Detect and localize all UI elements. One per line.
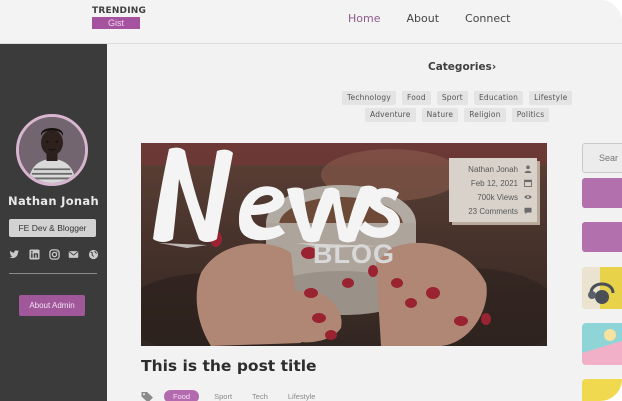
- tag-icon: [141, 391, 154, 401]
- linkedin-icon[interactable]: [29, 249, 40, 260]
- globe-icon[interactable]: [88, 249, 99, 260]
- nav-about-link[interactable]: About: [406, 12, 439, 25]
- meta-views: 700k Views: [477, 192, 518, 202]
- headphones-thumbnail-image: [582, 267, 622, 309]
- post-tag-sport[interactable]: Sport: [209, 390, 237, 401]
- meta-comments-row: 23 Comments: [454, 204, 532, 218]
- chevron-right-icon: ›: [491, 61, 497, 73]
- blog-word: BLOG: [313, 239, 395, 269]
- comment-icon: [524, 207, 532, 215]
- mail-icon[interactable]: [68, 249, 79, 260]
- sidebar-action-button-2[interactable]: [582, 222, 622, 252]
- meta-comments[interactable]: 23 Comments: [468, 207, 518, 216]
- yellow-thumbnail-image: [582, 379, 622, 401]
- categories-title: Categories: [428, 61, 492, 73]
- logo-line-2: Gist: [92, 17, 140, 29]
- twitter-icon[interactable]: [9, 249, 20, 260]
- main-nav: Home About Connect: [348, 12, 511, 25]
- post-tags: Food Sport Tech Lifestyle: [141, 390, 320, 401]
- category-chip-politics[interactable]: Politics: [511, 108, 550, 122]
- post-tag-lifestyle[interactable]: Lifestyle: [283, 390, 321, 401]
- calendar-icon: [524, 179, 532, 187]
- meta-author-row: Nathan Jonah: [454, 162, 532, 176]
- featured-post-image[interactable]: BLOG Nathan Jonah Feb 12, 2021 700k View…: [141, 143, 547, 346]
- related-post-thumbnail-1[interactable]: [582, 267, 622, 309]
- eye-icon: [524, 193, 532, 201]
- category-chip-nature[interactable]: Nature: [421, 108, 459, 122]
- search-input[interactable]: [582, 143, 622, 173]
- meta-date-row: Feb 12, 2021: [454, 176, 532, 190]
- related-post-thumbnail-3[interactable]: [582, 379, 622, 401]
- category-chip-lifestyle[interactable]: Lifestyle: [529, 91, 573, 105]
- post-meta-card: Nathan Jonah Feb 12, 2021 700k Views 23 …: [449, 158, 537, 222]
- category-chip-technology[interactable]: Technology: [342, 91, 397, 105]
- author-name: Nathan Jonah: [8, 194, 99, 208]
- logo-line-1: TRENDING: [92, 6, 147, 16]
- meta-date: Feb 12, 2021: [470, 178, 518, 188]
- pastel-thumbnail-image: [582, 323, 622, 365]
- instagram-icon[interactable]: [48, 249, 60, 260]
- about-admin-button[interactable]: About Admin: [19, 295, 85, 316]
- sidebar-action-button-1[interactable]: [582, 178, 622, 208]
- meta-views-row: 700k Views: [454, 190, 532, 204]
- sidebar-divider: [9, 273, 97, 274]
- news-brush-lettering: [153, 147, 400, 248]
- meta-author[interactable]: Nathan Jonah: [468, 165, 518, 174]
- app-frame: TRENDING Gist Home About Connect Nathan …: [0, 0, 622, 401]
- post-title[interactable]: This is the post title: [141, 357, 317, 375]
- category-chip-row-1: Technology Food Sport Education Lifestyl…: [342, 91, 573, 105]
- site-logo[interactable]: TRENDING Gist: [92, 6, 147, 29]
- categories-heading[interactable]: Categories›: [428, 61, 496, 73]
- social-links: [9, 249, 99, 260]
- post-tag-food[interactable]: Food: [164, 390, 200, 401]
- category-chip-adventure[interactable]: Adventure: [365, 108, 416, 122]
- category-chip-food[interactable]: Food: [402, 91, 431, 105]
- author-role-badge: FE Dev & Blogger: [9, 219, 96, 237]
- author-sidebar: Nathan Jonah FE Dev & Blogger About Admi…: [0, 44, 107, 401]
- nav-connect-link[interactable]: Connect: [465, 12, 510, 25]
- author-avatar: [16, 114, 88, 186]
- category-chip-education[interactable]: Education: [473, 91, 524, 105]
- user-icon: [524, 165, 532, 173]
- avatar-portrait: [19, 117, 85, 183]
- category-chip-religion[interactable]: Religion: [464, 108, 506, 122]
- nav-home-link[interactable]: Home: [348, 12, 380, 25]
- category-chip-row-2: Adventure Nature Religion Politics: [365, 108, 550, 122]
- news-logotype: [147, 143, 407, 249]
- category-chip-sport[interactable]: Sport: [436, 91, 468, 105]
- site-header: TRENDING Gist Home About Connect: [0, 0, 622, 44]
- related-post-thumbnail-2[interactable]: [582, 323, 622, 365]
- post-tag-tech[interactable]: Tech: [247, 390, 273, 401]
